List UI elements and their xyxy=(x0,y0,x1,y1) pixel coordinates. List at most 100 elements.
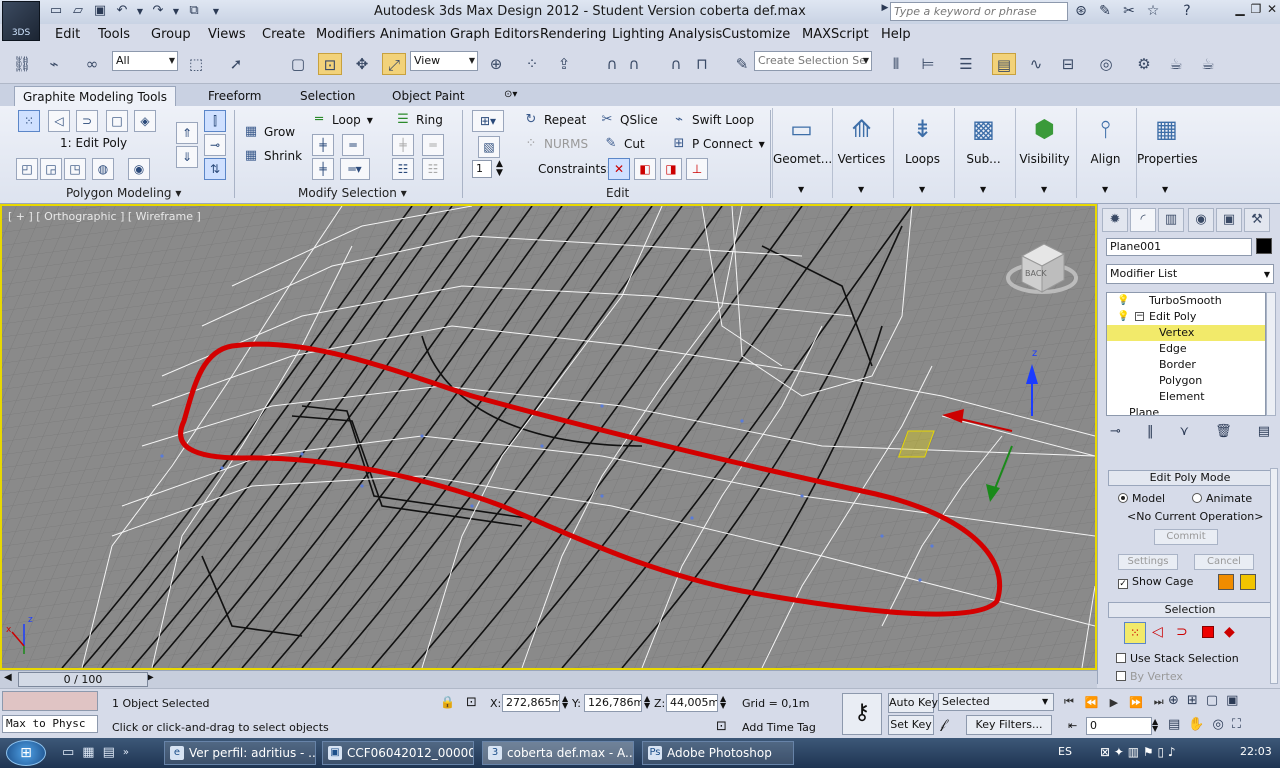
layer-manager-icon[interactable]: ☰ xyxy=(954,53,978,75)
element-select-icon[interactable]: ◆ xyxy=(1224,624,1235,640)
cage-color-swatch-1[interactable] xyxy=(1218,574,1234,590)
show-end-result-icon[interactable]: ‖ xyxy=(1147,424,1154,439)
pivot-center-icon[interactable]: ⊕ xyxy=(484,53,508,75)
auto-key-button[interactable]: Auto Key xyxy=(888,693,938,713)
preserve-uvs-icon[interactable]: ⊞▾ xyxy=(472,110,504,132)
default-tangent-icon[interactable]: 𝒻 xyxy=(940,717,946,732)
menu-modifiers[interactable]: Modifiers xyxy=(316,27,375,42)
word-icon[interactable]: ▤ xyxy=(103,745,115,760)
tab-graphite-modeling[interactable]: Graphite Modeling Tools xyxy=(14,86,177,106)
grow-button[interactable]: ▦ Grow xyxy=(242,122,295,142)
redo-icon[interactable]: ↷ xyxy=(150,3,166,19)
by-vertex-checkbox[interactable]: By Vertex xyxy=(1116,670,1183,683)
menu-edit[interactable]: Edit xyxy=(55,27,80,42)
taskbar-item-browser[interactable]: e Ver perfil: adritius - ... xyxy=(164,741,316,765)
stack-item-vertex[interactable]: Vertex xyxy=(1107,325,1265,341)
constraint-face-icon[interactable]: ◨ xyxy=(660,158,682,180)
element-mode-icon[interactable]: ◈ xyxy=(134,110,156,132)
constraint-none-icon[interactable]: ✕ xyxy=(608,158,630,180)
make-unique-icon[interactable]: ⋎ xyxy=(1180,424,1190,439)
menu-help[interactable]: Help xyxy=(881,27,911,42)
tweak-icon[interactable]: ▧ xyxy=(478,136,500,158)
pin-stack-icon[interactable]: ⫿ xyxy=(204,110,226,132)
app-logo-button[interactable]: 3DS xyxy=(2,1,40,41)
play-icon[interactable]: ▶ xyxy=(1110,696,1118,709)
material-editor-icon[interactable]: ◎ xyxy=(1094,53,1118,75)
taskbar-item-image[interactable]: ▣ CCF06042012_00000... xyxy=(322,741,474,765)
snaps-toggle-icon[interactable]: ∩ xyxy=(600,53,624,75)
stack-item-element[interactable]: Element xyxy=(1107,389,1265,405)
menu-rendering[interactable]: Rendering xyxy=(540,27,606,42)
explorer-icon[interactable]: ▭ xyxy=(62,745,74,760)
save-icon[interactable]: ▣ xyxy=(92,3,108,19)
edit-named-selection-icon[interactable]: ✎ xyxy=(730,53,754,75)
stack-scrollbar[interactable] xyxy=(1266,292,1276,416)
border-select-icon[interactable]: ⊃ xyxy=(1176,624,1188,640)
ring-grow-icon[interactable]: ╪ xyxy=(392,134,414,156)
select-object-icon[interactable]: ⬚ xyxy=(184,53,208,75)
object-name-field[interactable]: Plane001 xyxy=(1106,238,1252,256)
ring-mode-icon[interactable]: ☷ xyxy=(392,158,414,180)
current-frame-field[interactable]: 0 xyxy=(1086,717,1152,735)
bulb-icon[interactable]: 💡 xyxy=(1117,309,1129,325)
clock[interactable]: 22:03 xyxy=(1240,745,1272,758)
align-button[interactable]: ⫯ Align ▼ xyxy=(1076,108,1134,198)
bind-spacewarp-icon[interactable]: ∞ xyxy=(80,53,104,75)
named-selection-dropdown[interactable]: Create Selection Se xyxy=(754,51,872,71)
select-move-icon[interactable]: ✥ xyxy=(350,53,374,75)
polygon-select-icon[interactable] xyxy=(1202,626,1214,638)
redo-dropdown-icon[interactable]: ▼ xyxy=(172,4,180,20)
key-filters-button[interactable]: Key Filters... xyxy=(966,715,1052,735)
stack-item-edge[interactable]: Edge xyxy=(1107,341,1265,357)
ring-mode2-icon[interactable]: ☷ xyxy=(422,158,444,180)
keyboard-shortcut-icon[interactable]: ⇪ xyxy=(552,53,576,75)
y-spinner[interactable]: ▲ ▼ xyxy=(644,695,650,710)
stack-item-turbosmooth[interactable]: 💡 TurboSmooth xyxy=(1107,293,1265,309)
mirror-icon[interactable]: ⫴ xyxy=(884,53,908,75)
time-slider[interactable]: 0 / 100 xyxy=(18,672,148,687)
stack-item-edit-poly[interactable]: 💡 − Edit Poly xyxy=(1107,309,1265,325)
hierarchy-tab-icon[interactable]: ▥ xyxy=(1158,208,1184,232)
pan-icon[interactable]: ✋ xyxy=(1188,717,1204,732)
set-key-button[interactable]: Set Key xyxy=(888,715,934,735)
menu-views[interactable]: Views xyxy=(208,27,246,42)
cage-color-swatch-2[interactable] xyxy=(1240,574,1256,590)
show-end-result-icon[interactable]: ◉ xyxy=(128,158,150,180)
move-down-stack-icon[interactable]: ⇓ xyxy=(176,146,198,168)
go-to-end-icon[interactable]: ⏭ xyxy=(1154,695,1164,709)
shrink-button[interactable]: ▦ Shrink xyxy=(242,146,302,166)
minimize-icon[interactable]: ▁ xyxy=(1232,2,1248,20)
orbit-icon[interactable]: ◎ xyxy=(1212,717,1223,732)
language-indicator[interactable]: ES xyxy=(1058,745,1072,758)
selection-filter-dropdown[interactable]: All xyxy=(112,51,178,71)
tab-object-paint[interactable]: Object Paint xyxy=(384,86,473,106)
open-file-icon[interactable]: ▱ xyxy=(70,3,86,19)
go-to-start-icon[interactable]: ⏮ xyxy=(1064,695,1074,709)
zoom-extents-all-icon[interactable]: ▣ xyxy=(1226,693,1238,708)
menu-customize[interactable]: Customize xyxy=(722,27,790,42)
search-input[interactable]: Type a keyword or phrase xyxy=(890,2,1068,21)
modifier-list-dropdown[interactable]: Modifier List xyxy=(1106,264,1274,284)
repeat-button[interactable]: ↻ Repeat xyxy=(522,110,587,130)
loops-button[interactable]: ⇟ Loops ▼ xyxy=(893,108,951,198)
graphite-toggle-icon[interactable]: ▤ xyxy=(992,53,1016,75)
perspective-viewport[interactable]: [ + ] [ Orthographic ] [ Wireframe ] z B… xyxy=(0,204,1097,670)
selection-lock-icon[interactable]: 🔒 xyxy=(440,695,455,709)
stack-item-border[interactable]: Border xyxy=(1107,357,1265,373)
unlink-icon[interactable]: ⌁ xyxy=(42,53,66,75)
edge-mode-icon[interactable]: ◁ xyxy=(48,110,70,132)
edit-spinner-arrows[interactable]: ▲ ▼ xyxy=(496,160,503,178)
qslice-button[interactable]: ✂ QSlice xyxy=(598,110,658,130)
render-production-icon[interactable]: ☕ xyxy=(1196,53,1220,75)
subscription-icon[interactable]: ✎ xyxy=(1096,3,1114,21)
frame-spinner[interactable]: ▲ ▼ xyxy=(1152,718,1158,733)
z-spinner[interactable]: ▲ ▼ xyxy=(720,695,726,710)
x-coordinate-field[interactable]: 272,865m xyxy=(502,694,560,712)
modify-selection-panel-label[interactable]: Modify Selection ▾ xyxy=(298,186,407,200)
select-by-name-icon[interactable]: ➚ xyxy=(224,53,248,75)
edit-spinner-input[interactable]: 1 xyxy=(472,160,492,178)
menu-tools[interactable]: Tools xyxy=(98,27,130,42)
curve-editor-icon[interactable]: ∿ xyxy=(1024,53,1048,75)
cut-button[interactable]: ✎ Cut xyxy=(602,134,645,154)
render-setup-icon[interactable]: ⚙ xyxy=(1132,53,1156,75)
